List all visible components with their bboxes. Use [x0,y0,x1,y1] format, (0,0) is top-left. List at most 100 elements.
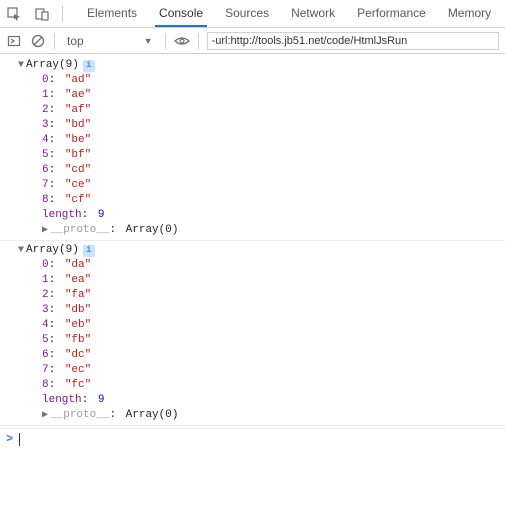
separator [54,33,55,49]
proto-row[interactable]: __proto__: Array(0) [42,223,505,238]
array-item: 2: "af" [42,103,505,118]
array-item: 7: "ce" [42,178,505,193]
item-value: "bf" [65,148,91,163]
item-index: 6 [42,348,49,363]
text-cursor [19,433,20,446]
item-value: "fa" [65,288,91,303]
show-console-sidebar-icon[interactable] [6,33,22,49]
item-index: 7 [42,178,49,193]
item-index: 7 [42,363,49,378]
item-value: "cd" [65,163,91,178]
array-item: 5: "bf" [42,148,505,163]
item-index: 1 [42,273,49,288]
item-index: 5 [42,333,49,348]
array-item: 8: "cf" [42,193,505,208]
item-value: "bd" [65,118,91,133]
array-item: 0: "ad" [42,73,505,88]
length-row: length: 9 [42,393,505,408]
array-item: 2: "fa" [42,288,505,303]
chevron-down-icon: ▼ [144,36,153,46]
panel-tabs: Elements Console Sources Network Perform… [83,0,495,27]
array-item: 1: "ae" [42,88,505,103]
array-item: 4: "eb" [42,318,505,333]
item-index: 0 [42,258,49,273]
item-index: 4 [42,318,49,333]
tab-elements[interactable]: Elements [83,0,141,27]
item-value: "db" [65,303,91,318]
device-toolbar-icon[interactable] [34,6,50,22]
separator [62,6,63,22]
tab-sources[interactable]: Sources [221,0,273,27]
console-subbar: top ▼ [0,28,505,54]
disclosure-triangle-icon[interactable] [18,243,24,258]
array-item: 1: "ea" [42,273,505,288]
item-value: "fc" [65,378,91,393]
info-icon[interactable]: i [83,60,95,72]
array-item: 6: "dc" [42,348,505,363]
length-key: length [42,393,82,408]
eye-icon[interactable] [174,33,190,49]
item-index: 0 [42,73,49,88]
item-value: "da" [65,258,91,273]
disclosure-triangle-icon[interactable] [42,408,48,423]
array-item: 3: "db" [42,303,505,318]
array-item: 4: "be" [42,133,505,148]
array-item: 8: "fc" [42,378,505,393]
item-value: "ce" [65,178,91,193]
item-index: 3 [42,303,49,318]
array-header[interactable]: Array(9) i [18,243,505,258]
separator [165,33,166,49]
log-entry: Array(9) i 0: "da" 1: "ea" 2: "fa" 3: "d… [0,243,505,426]
separator [198,33,199,49]
item-value: "ad" [65,73,91,88]
item-value: "af" [65,103,91,118]
info-icon[interactable]: i [83,245,95,257]
item-index: 1 [42,88,49,103]
item-value: "cf" [65,193,91,208]
item-index: 8 [42,378,49,393]
execution-context-selector[interactable]: top ▼ [63,34,157,48]
item-value: "ea" [65,273,91,288]
item-index: 4 [42,133,49,148]
array-header[interactable]: Array(9) i [18,58,505,73]
length-value: 9 [98,393,105,408]
inspect-element-icon[interactable] [6,6,22,22]
length-value: 9 [98,208,105,223]
length-key: length [42,208,82,223]
disclosure-triangle-icon[interactable] [18,58,24,73]
array-item: 3: "bd" [42,118,505,133]
item-value: "be" [65,133,91,148]
item-index: 6 [42,163,49,178]
proto-value: Array(0) [126,223,179,238]
array-entries: 0: "da" 1: "ea" 2: "fa" 3: "db" 4: "eb" … [18,258,505,423]
disclosure-triangle-icon[interactable] [42,223,48,238]
tab-performance[interactable]: Performance [353,0,430,27]
item-value: "eb" [65,318,91,333]
array-entries: 0: "ad" 1: "ae" 2: "af" 3: "bd" 4: "be" … [18,73,505,238]
item-index: 3 [42,118,49,133]
item-index: 8 [42,193,49,208]
array-item: 6: "cd" [42,163,505,178]
item-index: 2 [42,288,49,303]
item-value: "ae" [65,88,91,103]
array-summary: Array(9) [26,58,79,73]
array-item: 7: "ec" [42,363,505,378]
tab-console[interactable]: Console [155,0,207,27]
tab-memory[interactable]: Memory [444,0,495,27]
proto-value: Array(0) [126,408,179,423]
context-label: top [67,34,84,48]
prompt-caret-icon: > [6,432,13,447]
length-row: length: 9 [42,208,505,223]
console-output: Array(9) i 0: "ad" 1: "ae" 2: "af" 3: "b… [0,54,505,528]
tab-network[interactable]: Network [287,0,339,27]
array-item: 0: "da" [42,258,505,273]
console-prompt[interactable]: > [0,428,505,450]
proto-row[interactable]: __proto__: Array(0) [42,408,505,423]
log-entry: Array(9) i 0: "ad" 1: "ae" 2: "af" 3: "b… [0,58,505,241]
filter-input[interactable] [207,32,499,50]
item-index: 5 [42,148,49,163]
clear-console-icon[interactable] [30,33,46,49]
array-item: 5: "fb" [42,333,505,348]
proto-key: __proto__ [50,408,109,423]
devtools-toolbar: Elements Console Sources Network Perform… [0,0,505,28]
